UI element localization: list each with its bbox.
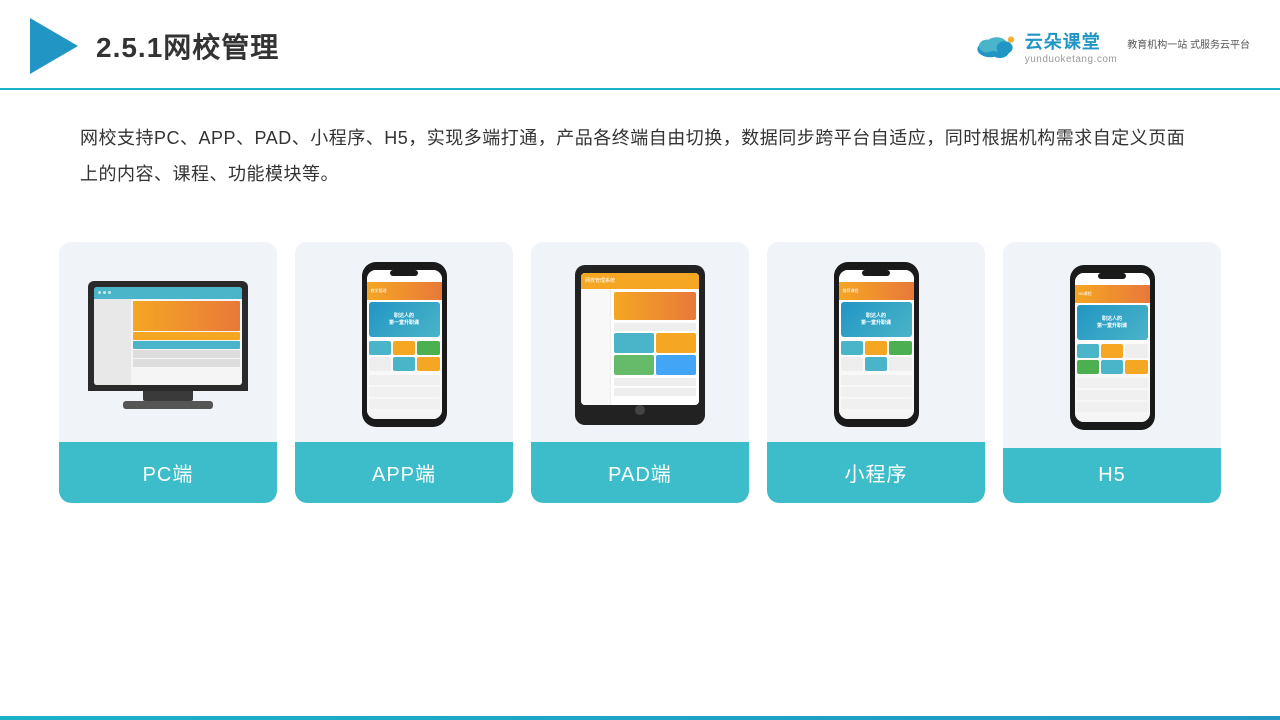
description-paragraph: 网校支持PC、APP、PAD、小程序、H5，实现多端打通，产品各终端自由切换，数…: [80, 120, 1200, 192]
card-app: 教学管理 职达人的第一堂升职课: [295, 242, 513, 503]
card-pc: PC端: [59, 242, 277, 503]
card-pad: 网校管理系统: [531, 242, 749, 503]
brand-text-group: 云朵课堂 yunduoketang.com: [1025, 28, 1118, 65]
logo-triangle-icon: [30, 18, 78, 74]
card-label-miniapp: 小程序: [767, 442, 985, 503]
phone-notch-h5: [1098, 273, 1126, 279]
header: 2.5.1网校管理 云朵课堂 yunduoketang.com 教育机构一站 式…: [0, 0, 1280, 90]
card-label-pc: PC端: [59, 442, 277, 503]
card-label-h5: H5: [1003, 448, 1221, 503]
brand-url: yunduoketang.com: [1025, 54, 1118, 65]
brand-logo-icon: 云朵课堂 yunduoketang.com 教育机构一站 式服务云平台: [971, 28, 1250, 65]
page-title: 2.5.1网校管理: [96, 26, 279, 66]
card-label-app: APP端: [295, 442, 513, 503]
phone-screen-app: 教学管理 职达人的第一堂升职课: [367, 270, 442, 419]
card-image-miniapp: 推荐课程 职达人的第一堂升职课: [767, 242, 985, 442]
phone-device-app: 教学管理 职达人的第一堂升职课: [362, 262, 447, 427]
bottom-accent-line: [0, 716, 1280, 720]
cloud-icon: [971, 30, 1019, 62]
tablet-screen: 网校管理系统: [581, 273, 699, 406]
card-image-h5: H5课程 职达人的第一堂升职课: [1003, 242, 1221, 448]
phone-notch-mini: [862, 270, 890, 276]
card-label-pad: PAD端: [531, 442, 749, 503]
phone-device-miniapp: 推荐课程 职达人的第一堂升职课: [834, 262, 919, 427]
card-h5: H5课程 职达人的第一堂升职课: [1003, 242, 1221, 503]
pc-device: [88, 281, 248, 409]
card-image-pc: [59, 242, 277, 442]
cards-container: PC端 教学管理 职达人的第一堂升职课: [0, 212, 1280, 503]
brand-tagline: 教育机构一站 式服务云平台: [1127, 39, 1250, 53]
phone-screen-h5: H5课程 职达人的第一堂升职课: [1075, 273, 1150, 422]
pc-monitor: [88, 281, 248, 391]
phone-notch: [390, 270, 418, 276]
description-text: 网校支持PC、APP、PAD、小程序、H5，实现多端打通，产品各终端自由切换，数…: [0, 90, 1280, 202]
pc-screen: [94, 287, 242, 385]
header-left: 2.5.1网校管理: [30, 18, 279, 74]
brand-logo: 云朵课堂 yunduoketang.com 教育机构一站 式服务云平台: [971, 28, 1250, 65]
header-right: 云朵课堂 yunduoketang.com 教育机构一站 式服务云平台: [971, 28, 1250, 65]
tablet-device: 网校管理系统: [575, 265, 705, 425]
card-image-pad: 网校管理系统: [531, 242, 749, 442]
card-miniapp: 推荐课程 职达人的第一堂升职课: [767, 242, 985, 503]
phone-screen-miniapp: 推荐课程 职达人的第一堂升职课: [839, 270, 914, 419]
card-image-app: 教学管理 职达人的第一堂升职课: [295, 242, 513, 442]
phone-device-h5: H5课程 职达人的第一堂升职课: [1070, 265, 1155, 430]
brand-name: 云朵课堂: [1025, 28, 1118, 54]
